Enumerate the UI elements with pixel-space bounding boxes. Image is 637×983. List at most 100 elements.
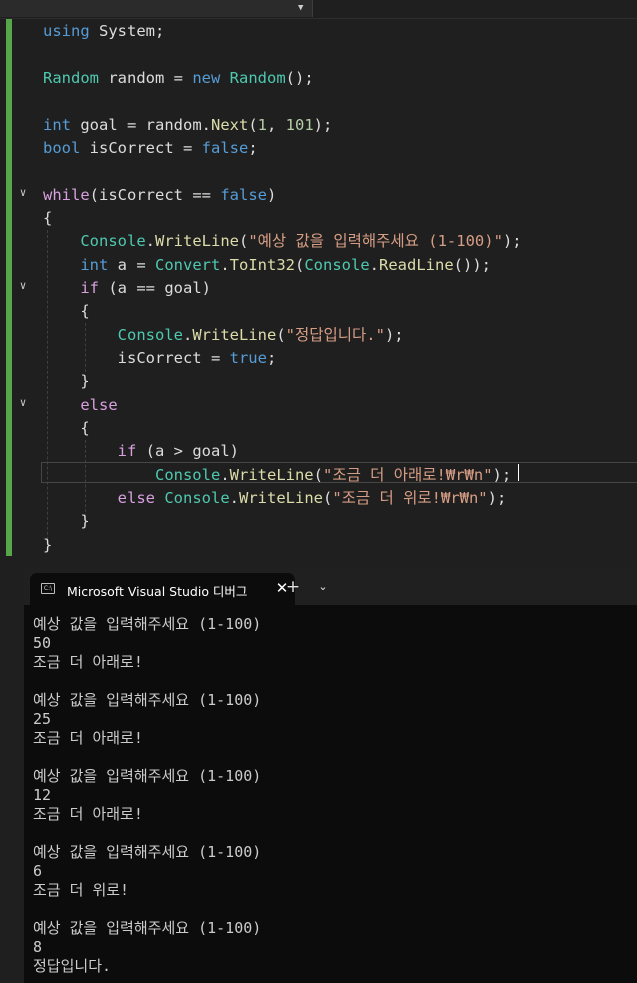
code-line[interactable]: Console.WriteLine("예상 값을 입력해주세요 (1-100)"… (43, 230, 522, 253)
code-line[interactable]: else (43, 394, 117, 417)
code-line[interactable]: Random random = new Random(); (43, 67, 314, 90)
code-line[interactable]: int goal = random.Next(1, 101); (43, 114, 332, 137)
console-app-icon: C:\ (41, 583, 55, 594)
code-line[interactable]: } (43, 534, 52, 557)
code-token: . (220, 256, 230, 274)
console-tab-strip: C:\ Microsoft Visual Studio 디버그 ✕ + ⌄ (24, 567, 637, 605)
code-token: Next (210, 116, 249, 134)
code-token: ToInt32 (229, 256, 295, 274)
code-line[interactable]: if (a == goal) (43, 277, 211, 300)
code-line[interactable]: if (a > goal) (43, 440, 239, 463)
code-token: ); (313, 116, 333, 134)
console-line: 예상 값을 입력해주세요 (1-100) (33, 615, 262, 633)
code-token: ); (384, 326, 404, 344)
code-token: . (145, 232, 155, 250)
console-tab-title: Microsoft Visual Studio 디버그 (67, 584, 248, 599)
code-token: else (117, 489, 155, 507)
code-line[interactable]: Console.WriteLine("정답입니다."); (43, 324, 404, 347)
code-token: Console (304, 256, 370, 274)
text-caret (518, 464, 519, 481)
dropdown-arrow-icon[interactable]: ▼ (298, 3, 303, 13)
code-line[interactable]: } (43, 510, 89, 533)
console-line: 조금 더 아래로! (33, 653, 143, 671)
code-token: ()); (453, 256, 491, 274)
code-token: Console (164, 489, 230, 507)
code-token: "정답입니다." (285, 326, 385, 344)
fold-chevron-icon[interactable]: ∨ (16, 186, 30, 200)
code-line[interactable]: { (43, 417, 90, 440)
code-line[interactable]: using System; (43, 20, 164, 43)
new-tab-icon[interactable]: + (283, 577, 303, 597)
code-token: Random (43, 69, 99, 87)
code-token: "예상 값을 입력해주세요 (1-100)" (248, 232, 503, 250)
code-token: false (201, 139, 249, 157)
code-token: { (43, 209, 53, 227)
code-line[interactable]: int a = Convert.ToInt32(Console.ReadLine… (43, 254, 491, 277)
code-token: ); (492, 466, 512, 484)
code-line[interactable]: Console.WriteLine("조금 더 아래로!₩r₩n"); (43, 464, 511, 487)
code-token: "조금 더 위로!₩r₩n" (332, 489, 488, 507)
console-line: 예상 값을 입력해주세요 (1-100) (33, 767, 262, 785)
code-token: ); (502, 232, 522, 250)
member-dropdown[interactable]: ▼ (0, 0, 313, 17)
code-token: using (43, 22, 90, 40)
code-line[interactable]: isCorrect = true; (43, 347, 277, 370)
console-line: 조금 더 아래로! (33, 805, 143, 823)
top-navigation-bar: ▼ (0, 0, 637, 19)
code-line[interactable]: { (43, 300, 90, 323)
code-token: ( (313, 466, 323, 484)
console-tab[interactable]: C:\ Microsoft Visual Studio 디버그 ✕ (30, 573, 295, 605)
code-editor[interactable]: ∨ ∨ ∨ using System; Random random = new R… (0, 19, 637, 567)
code-token: . (182, 326, 193, 344)
code-token: 1 (257, 116, 267, 134)
console-line: 6 (33, 862, 43, 880)
code-token: . (220, 466, 230, 484)
code-line[interactable]: else Console.WriteLine("조금 더 위로!₩r₩n"); (43, 487, 507, 510)
code-token: WriteLine (192, 326, 277, 344)
code-token: , (267, 116, 286, 134)
code-token: Console (154, 466, 221, 484)
code-token: goal = random. (71, 116, 211, 134)
fold-chevron-icon[interactable]: ∨ (16, 279, 30, 293)
code-token: . (369, 256, 380, 274)
code-token: int (80, 256, 109, 274)
code-token: System; (89, 22, 165, 40)
debug-console-window[interactable]: C:\ Microsoft Visual Studio 디버그 ✕ + ⌄ 예상… (24, 567, 637, 983)
code-token: (); (285, 69, 314, 87)
console-line: 조금 더 아래로! (33, 729, 143, 747)
code-token: false (220, 186, 267, 204)
code-token: ( (276, 326, 286, 344)
code-token: WriteLine (229, 466, 314, 484)
code-token: ( (323, 489, 333, 507)
code-line[interactable]: while(isCorrect == false) (43, 184, 276, 207)
code-line[interactable]: bool isCorrect = false; (43, 137, 258, 160)
code-token: ); (487, 489, 507, 507)
code-token: true (229, 349, 267, 367)
code-token: (isCorrect == (89, 186, 221, 204)
console-line: 12 (33, 786, 52, 804)
code-token: (a == goal) (99, 279, 211, 297)
chevron-down-icon[interactable]: ⌄ (313, 577, 333, 597)
code-token: ( (295, 256, 305, 274)
fold-chevron-icon[interactable]: ∨ (16, 396, 30, 410)
code-token: { (43, 302, 90, 320)
code-token: bool (43, 139, 81, 157)
code-token: { (43, 419, 90, 437)
code-line[interactable]: } (43, 370, 89, 393)
code-line[interactable]: { (43, 207, 52, 230)
code-token: int (43, 116, 71, 134)
code-token: Console (80, 232, 146, 250)
code-token: Convert (155, 256, 221, 274)
code-token: WriteLine (239, 489, 323, 507)
